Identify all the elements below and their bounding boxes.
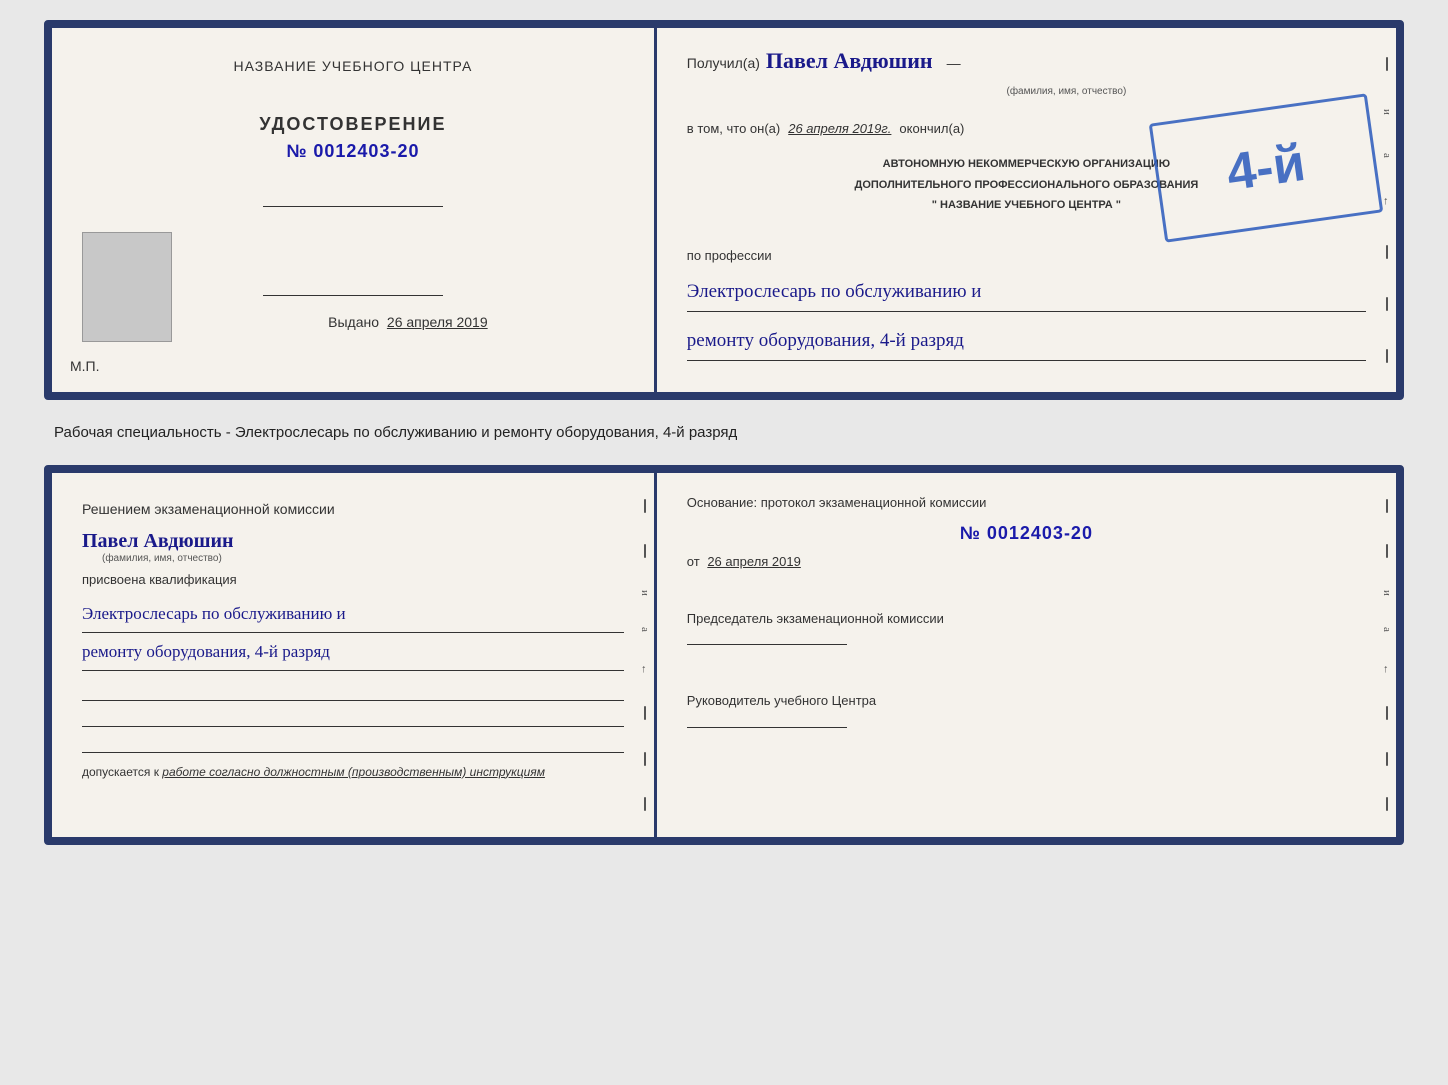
side-decoration-bottom-right: и а ← <box>1378 473 1396 837</box>
letter-i: и <box>1381 109 1393 115</box>
dash-b3 <box>644 706 646 720</box>
bottom-lines <box>82 681 624 753</box>
dash-4 <box>1386 349 1388 363</box>
bottom-document: Решением экзаменационной комиссии Павел … <box>44 465 1404 845</box>
cert-type-label: УДОСТОВЕРЕНИЕ <box>259 114 446 135</box>
letter-bra: а <box>1381 627 1393 632</box>
allowed-block: допускается к работе согласно должностны… <box>82 765 624 779</box>
bottom-line-2 <box>82 707 624 727</box>
director-block: Руководитель учебного Центра <box>687 691 1366 728</box>
dash-3 <box>1386 297 1388 311</box>
mp-label: М.П. <box>70 358 100 374</box>
profession-value-2: ремонту оборудования, 4-й разряд <box>687 324 1366 361</box>
fio-hint-top: (фамилия, имя, отчество) <box>767 86 1366 97</box>
dash-br5 <box>1386 797 1388 811</box>
side-decoration-bottom: и а ← <box>636 473 654 837</box>
letter-barrow: ← <box>639 664 651 675</box>
date-value-top: 26 апреля 2019г. <box>788 121 891 136</box>
bottom-line-1 <box>82 681 624 701</box>
basis-label: Основание: протокол экзаменационной коми… <box>687 493 1366 513</box>
qualification-1: Электрослесарь по обслуживанию и <box>82 599 624 633</box>
dash-b1 <box>644 499 646 513</box>
chairman-block: Председатель экзаменационной комиссии <box>687 609 1366 646</box>
allowed-text-value: работе согласно должностным (производств… <box>162 765 545 779</box>
separator-line-1 <box>263 206 443 207</box>
issued-label: Выдано <box>328 314 379 330</box>
top-doc-left: НАЗВАНИЕ УЧЕБНОГО ЦЕНТРА УДОСТОВЕРЕНИЕ №… <box>52 28 657 392</box>
bottom-line-3 <box>82 733 624 753</box>
dash-br1 <box>1386 499 1388 513</box>
letter-a: а <box>1381 153 1393 158</box>
profession-value-1: Электрослесарь по обслуживанию и <box>687 275 1366 312</box>
in-that-prefix: в том, что он(а) <box>687 121 780 136</box>
dash-2 <box>1386 245 1388 259</box>
assigned-label: присвоена квалификация <box>82 572 624 587</box>
finished-label: окончил(а) <box>899 121 964 136</box>
dash-br4 <box>1386 752 1388 766</box>
director-signature-line <box>687 727 847 728</box>
issued-date-block: Выдано 26 апреля 2019 <box>328 314 488 330</box>
bottom-date-value: 26 апреля 2019 <box>707 554 801 569</box>
bottom-date-block: от 26 апреля 2019 <box>687 554 1366 569</box>
fio-hint-bottom: (фамилия, имя, отчество) <box>102 553 624 564</box>
top-document: НАЗВАНИЕ УЧЕБНОГО ЦЕНТРА УДОСТОВЕРЕНИЕ №… <box>44 20 1404 400</box>
separator-line-2 <box>263 295 443 296</box>
dash-1 <box>1386 57 1388 71</box>
letter-ba: а <box>639 627 651 632</box>
received-prefix: Получил(а) <box>687 55 760 71</box>
qualification-2: ремонту оборудования, 4-й разряд <box>82 637 624 671</box>
dash-b2 <box>644 544 646 558</box>
commission-decision: Решением экзаменационной комиссии <box>82 498 624 520</box>
allowed-prefix: допускается к <box>82 765 159 779</box>
photo-placeholder <box>82 232 172 342</box>
chairman-label: Председатель экзаменационной комиссии <box>687 609 1366 629</box>
dash-br2 <box>1386 544 1388 558</box>
stamp-overlay: 4-й <box>1149 93 1384 242</box>
dash-b4 <box>644 752 646 766</box>
letter-bi: и <box>639 590 651 596</box>
letter-arrow: ← <box>1381 196 1393 207</box>
chairman-signature-line <box>687 644 847 645</box>
middle-text: Рабочая специальность - Электрослесарь п… <box>54 424 737 441</box>
cert-number: № 0012403-20 <box>259 141 446 162</box>
bottom-person-name: Павел Авдюшин <box>82 530 624 553</box>
dash-b5 <box>644 797 646 811</box>
bottom-cert-number: № 0012403-20 <box>687 523 1366 544</box>
bottom-doc-left: Решением экзаменационной комиссии Павел … <box>52 473 657 837</box>
letter-bri: и <box>1381 590 1393 596</box>
issued-date-value: 26 апреля 2019 <box>387 314 488 330</box>
middle-text-block: Рабочая специальность - Электрослесарь п… <box>44 418 1404 447</box>
dash-br3 <box>1386 706 1388 720</box>
received-line: Получил(а) Павел Авдюшин — <box>687 48 1366 74</box>
director-label: Руководитель учебного Центра <box>687 691 1366 711</box>
profession-label: по профессии <box>687 248 1366 263</box>
top-doc-right: Получил(а) Павел Авдюшин — (фамилия, имя… <box>657 28 1396 392</box>
bottom-doc-right: Основание: протокол экзаменационной коми… <box>657 473 1396 837</box>
letter-brarrow: ← <box>1381 664 1393 675</box>
recipient-name: Павел Авдюшин <box>766 48 933 74</box>
training-center-title-left: НАЗВАНИЕ УЧЕБНОГО ЦЕНТРА <box>234 58 473 74</box>
date-prefix: от <box>687 554 700 569</box>
stamp-grade: 4-й <box>1224 137 1309 199</box>
